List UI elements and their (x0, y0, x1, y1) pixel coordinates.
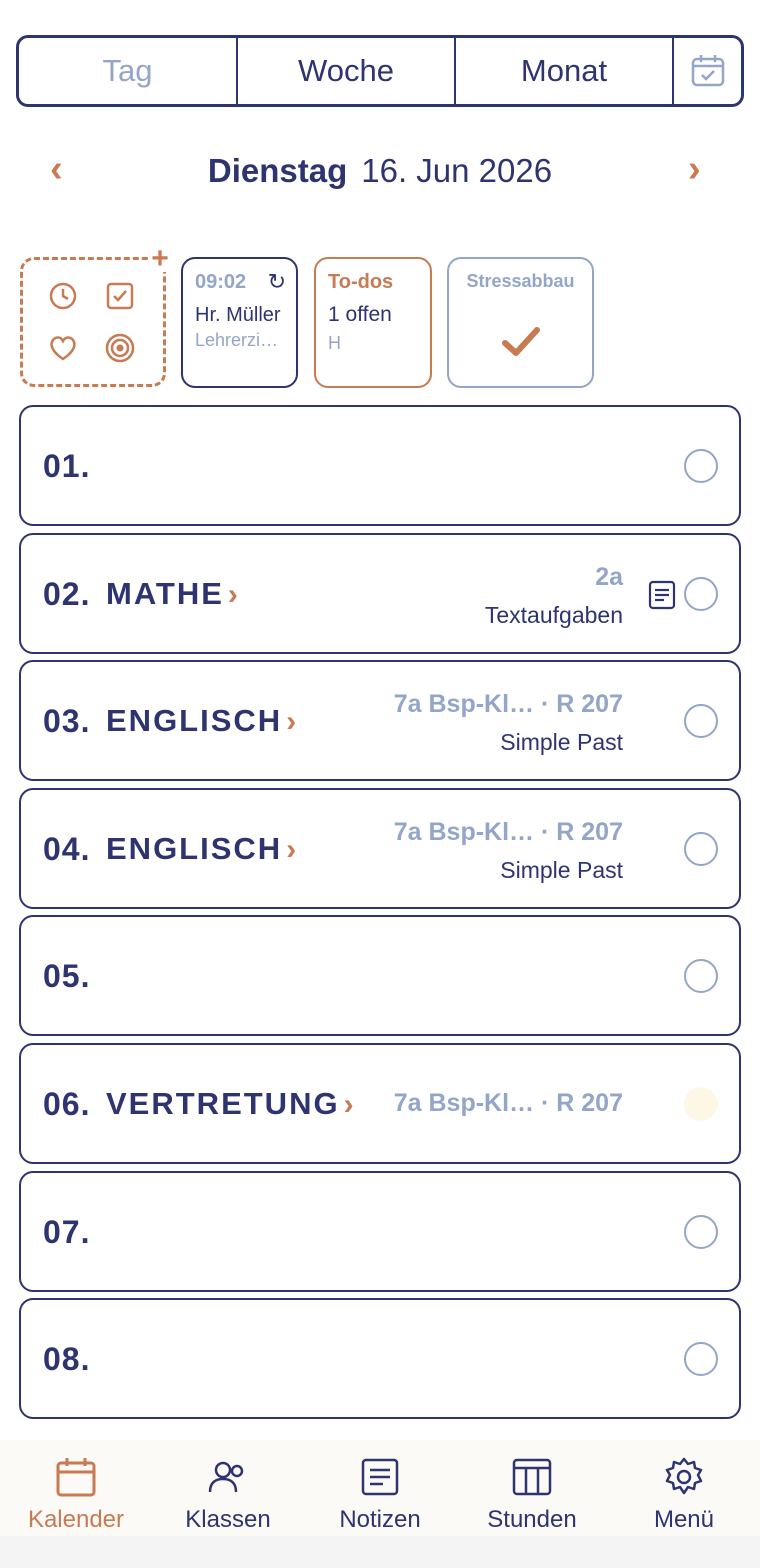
lesson-topic: Simple Past (500, 729, 623, 755)
checkmark-icon (502, 327, 540, 356)
lesson-row[interactable]: 04. ENGLISCH › 7a Bsp-Kl… · R 207 Simple Pas… (19, 788, 741, 909)
refresh-icon[interactable]: ↻ (268, 269, 286, 295)
heart-icon[interactable] (47, 332, 79, 364)
lesson-class-room: 7a Bsp-Kl… · R 207 (393, 1089, 623, 1117)
lesson-status-radio[interactable] (684, 704, 718, 738)
lesson-subject[interactable]: VERTRETUNG › (106, 1086, 356, 1122)
lesson-row[interactable]: 03. ENGLISCH › 7a Bsp-Kl… · R 207 Simple Pas… (19, 660, 741, 781)
lesson-number: 03. (43, 703, 91, 739)
todos-title: To-dos (328, 271, 394, 293)
calendar-picker-button[interactable] (674, 38, 741, 104)
lesson-class-room: 7a Bsp-Kl… · R 207 (393, 690, 623, 718)
lesson-row[interactable]: 05. (19, 915, 741, 1036)
lesson-subject-label: ENGLISCH (106, 831, 283, 866)
lesson-number: 08. (43, 1341, 91, 1377)
bottom-navigation: Kalender Klassen Notizen Stunden Menü (0, 1440, 760, 1536)
lesson-row[interactable]: 01. (19, 405, 741, 526)
nav-menu-label: Menü (653, 1506, 715, 1533)
todos-count: 1 offen (328, 303, 392, 326)
gear-icon (665, 1457, 703, 1495)
lesson-row[interactable]: 08. (19, 1298, 741, 1419)
lesson-status-radio[interactable] (684, 1215, 718, 1249)
lesson-note-icon[interactable] (647, 579, 677, 611)
todos-widget[interactable]: To-dos 1 offen H (314, 257, 432, 388)
target-icon[interactable] (104, 332, 136, 364)
lesson-subject[interactable]: MATHE › (106, 576, 240, 612)
lesson-status-radio[interactable] (684, 959, 718, 993)
lesson-class-room: 2a (595, 563, 623, 591)
lesson-row[interactable]: 07. (19, 1171, 741, 1292)
duty-location: Lehrerzi… (195, 330, 279, 350)
lesson-status-radio[interactable] (684, 1342, 718, 1376)
clock-icon[interactable] (47, 280, 79, 312)
chevron-right-icon: › (227, 578, 240, 611)
calendar-icon (56, 1458, 96, 1497)
lesson-topic: Simple Past (500, 857, 623, 883)
lesson-class-room: 7a Bsp-Kl… · R 207 (393, 818, 623, 846)
nav-classes-label: Klassen (185, 1506, 271, 1533)
tab-month[interactable]: Monat (456, 38, 674, 104)
duty-person: Hr. Müller (195, 304, 281, 326)
people-icon (208, 1461, 244, 1493)
lesson-number: 06. (43, 1086, 91, 1122)
lesson-status-radio[interactable] (684, 449, 718, 483)
duty-widget[interactable]: 09:02 ↻ Hr. Müller Lehrerzi… (181, 257, 298, 388)
nav-calendar-label: Kalender (27, 1506, 125, 1533)
lesson-subject-label: ENGLISCH (106, 703, 283, 738)
lesson-row[interactable]: 06. VERTRETUNG › 7a Bsp-Kl… · R 207 (19, 1043, 741, 1164)
calendar-check-icon (691, 55, 724, 87)
plus-icon[interactable]: + (149, 244, 171, 274)
chevron-right-icon: › (286, 833, 299, 866)
lesson-row[interactable]: 02. MATHE › 2a Textaufgaben (19, 533, 741, 654)
lesson-status-radio[interactable] (684, 577, 718, 611)
checkbox-icon[interactable] (104, 280, 136, 312)
nav-classes[interactable]: Klassen (152, 1440, 304, 1536)
lesson-status-radio[interactable] (684, 832, 718, 866)
todos-sub: H (328, 333, 341, 353)
stress-widget[interactable]: Stressabbau (447, 257, 594, 388)
lesson-subject-label: VERTRETUNG (106, 1086, 340, 1121)
date-title: Dienstag 16. Jun 2026 (0, 152, 760, 190)
nav-notes-label: Notizen (339, 1506, 421, 1533)
lesson-number: 05. (43, 958, 91, 994)
date-label: 16. Jun 2026 (361, 152, 553, 189)
notes-icon (361, 1458, 399, 1496)
nav-hours-label: Stunden (487, 1506, 577, 1533)
lesson-topic: Textaufgaben (484, 602, 623, 628)
lesson-number: 02. (43, 576, 91, 612)
system-navigation-bar (0, 1536, 760, 1568)
stress-title: Stressabbau (466, 271, 575, 291)
nav-menu[interactable]: Menü (608, 1440, 760, 1536)
lesson-subject[interactable]: ENGLISCH › (106, 703, 298, 739)
lesson-subject-label: MATHE (106, 576, 224, 611)
lesson-subject[interactable]: ENGLISCH › (106, 831, 298, 867)
timetable-icon (512, 1458, 552, 1496)
next-day-button[interactable]: › (688, 148, 701, 191)
nav-notes[interactable]: Notizen (304, 1440, 456, 1536)
tab-week[interactable]: Woche (238, 38, 456, 104)
nav-calendar[interactable]: Kalender (0, 1440, 152, 1536)
chevron-right-icon: › (286, 705, 299, 738)
weekday-label: Dienstag (207, 152, 348, 189)
date-navigation: ‹ Dienstag 16. Jun 2026 › (0, 140, 760, 204)
nav-hours[interactable]: Stunden (456, 1440, 608, 1536)
tab-day[interactable]: Tag (19, 38, 238, 104)
view-switch: Tag Woche Monat (16, 35, 744, 107)
chevron-right-icon: › (343, 1088, 356, 1121)
lesson-status-radio[interactable] (684, 1087, 718, 1121)
lesson-number: 01. (43, 448, 91, 484)
quick-add-widget[interactable]: + (20, 244, 171, 387)
lesson-number: 07. (43, 1214, 91, 1250)
lesson-number: 04. (43, 831, 91, 867)
